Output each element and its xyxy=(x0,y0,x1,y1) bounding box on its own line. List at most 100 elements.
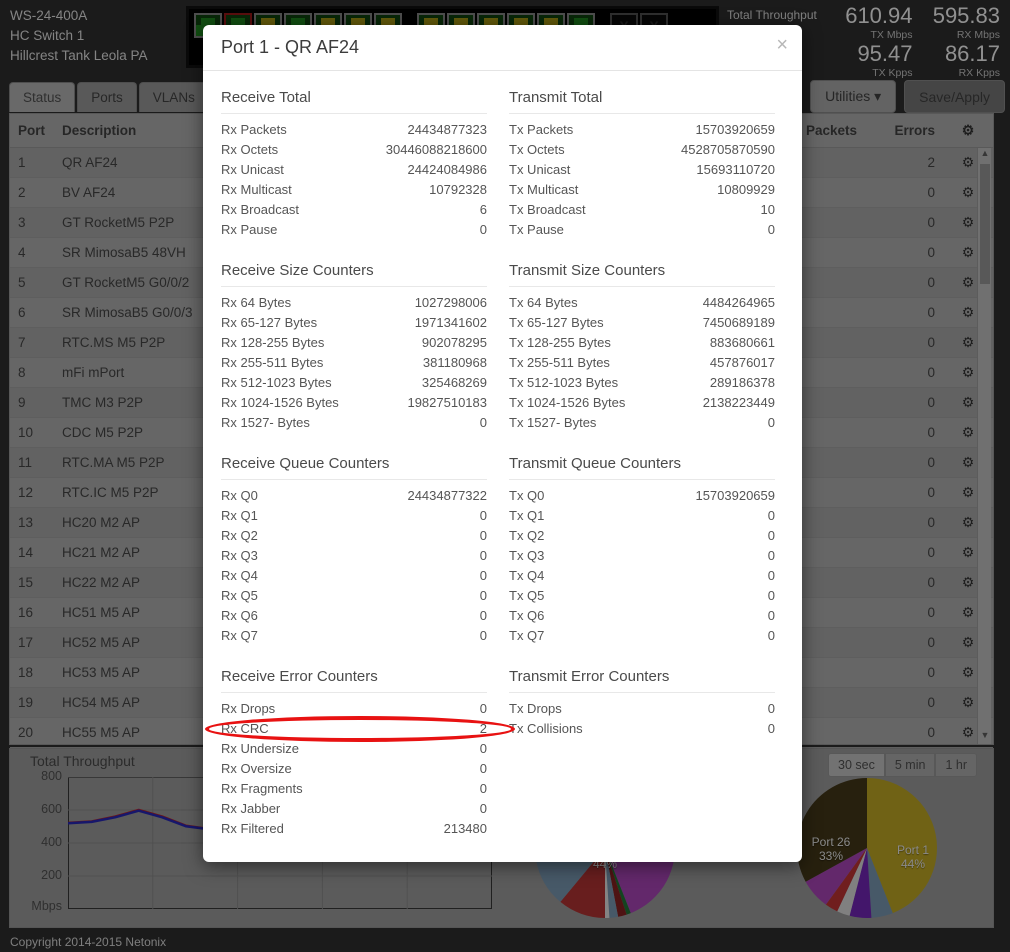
receive-queue-counters: Receive Queue CountersRx Q024434877322Rx… xyxy=(221,451,487,646)
stat-key: Tx 1024-1526 Bytes xyxy=(509,393,625,413)
stat-row: Rx 64 Bytes1027298006 xyxy=(221,293,487,313)
stat-key: Rx 512-1023 Bytes xyxy=(221,373,332,393)
stat-key: Tx Q2 xyxy=(509,526,544,546)
stat-key: Rx Unicast xyxy=(221,160,284,180)
stat-row: Tx 1024-1526 Bytes 2138223449 xyxy=(509,393,775,413)
stat-row: Rx Q024434877322 xyxy=(221,486,487,506)
stat-key: Rx 1024-1526 Bytes xyxy=(221,393,339,413)
stat-key: Rx CRC xyxy=(221,719,269,739)
stat-row: Rx 1527- Bytes0 xyxy=(221,413,487,433)
stat-value: 0 xyxy=(480,546,487,566)
stat-row: Rx Q6 0 xyxy=(221,606,487,626)
stat-row: Tx 512-1023 Bytes289186378 xyxy=(509,373,775,393)
stat-key: Rx Q2 xyxy=(221,526,258,546)
stat-value: 1971341602 xyxy=(415,313,487,333)
stat-row: Rx Multicast10792328 xyxy=(221,180,487,200)
stat-key: Tx Packets xyxy=(509,120,573,140)
receive-total: Receive Total Rx Packets24434877323Rx Oct… xyxy=(221,85,487,240)
stat-key: Tx Q7 xyxy=(509,626,544,646)
stat-row: Rx Undersize 0 xyxy=(221,739,487,759)
stat-row: Tx 1527- Bytes0 xyxy=(509,413,775,433)
stat-row: Rx Unicast24424084986 xyxy=(221,160,487,180)
stat-row: Rx Fragments0 xyxy=(221,779,487,799)
stat-key: Rx Pause xyxy=(221,220,277,240)
stat-row: Tx Q70 xyxy=(509,626,775,646)
stat-row: Rx 128-255 Bytes 902078295 xyxy=(221,333,487,353)
stat-value: 0 xyxy=(480,566,487,586)
stat-row: Rx 65-127 Bytes 1971341602 xyxy=(221,313,487,333)
stat-key: Rx Oversize xyxy=(221,759,292,779)
stat-key: Rx Octets xyxy=(221,140,278,160)
stat-row: Tx Q50 xyxy=(509,586,775,606)
stat-key: Rx Q6 xyxy=(221,606,258,626)
stat-value: 0 xyxy=(480,739,487,759)
stat-key: Rx Q7 xyxy=(221,626,258,646)
stat-key: Rx Filtered xyxy=(221,819,284,839)
stat-key: Rx Undersize xyxy=(221,739,299,759)
stat-value: 213480 xyxy=(444,819,487,839)
stat-value: 0 xyxy=(768,719,775,739)
stat-key: Tx Q1 xyxy=(509,506,544,526)
stat-key: Tx Q0 xyxy=(509,486,544,506)
port-statistics-modal: Port 1 - QR AF24 × Receive Total Rx Packe… xyxy=(203,25,802,862)
receive-error-counters-heading: Receive Error Counters xyxy=(221,664,487,693)
stat-value: 0 xyxy=(480,606,487,626)
receive-size-counters-heading: Receive Size Counters xyxy=(221,258,487,287)
modal-right-column: Transmit TotalTx Packets15703920659Tx Oc… xyxy=(509,85,775,857)
stat-value: 10 xyxy=(761,200,775,220)
modal-left-column: Receive Total Rx Packets24434877323Rx Oct… xyxy=(221,85,487,857)
stat-value: 7450689189 xyxy=(703,313,775,333)
stat-row: Tx Q40 xyxy=(509,566,775,586)
stat-key: Rx Drops xyxy=(221,699,275,719)
transmit-total-heading: Transmit Total xyxy=(509,85,775,114)
stat-row: Tx 128-255 Bytes883680661 xyxy=(509,333,775,353)
modal-title: Port 1 - QR AF24 xyxy=(221,37,359,58)
stat-row: Rx 255-511 Bytes381180968 xyxy=(221,353,487,373)
stat-key: Rx Q4 xyxy=(221,566,258,586)
transmit-queue-counters-heading: Transmit Queue Counters xyxy=(509,451,775,480)
stat-value: 2 xyxy=(480,719,487,739)
close-icon[interactable]: × xyxy=(776,33,788,57)
transmit-size-counters-heading: Transmit Size Counters xyxy=(509,258,775,287)
stat-value: 4528705870590 xyxy=(681,140,775,160)
modal-body: Receive Total Rx Packets24434877323Rx Oct… xyxy=(203,71,802,867)
stat-value: 0 xyxy=(480,759,487,779)
stat-value: 0 xyxy=(768,566,775,586)
stat-value: 381180968 xyxy=(423,353,487,373)
stat-value: 0 xyxy=(480,526,487,546)
stat-row: Tx Q20 xyxy=(509,526,775,546)
stat-key: Rx Q1 xyxy=(221,506,258,526)
stat-value: 15703920659 xyxy=(695,486,775,506)
stat-row: Rx 512-1023 Bytes325468269 xyxy=(221,373,487,393)
stat-value: 0 xyxy=(480,699,487,719)
modal-header: Port 1 - QR AF24 × xyxy=(203,25,802,71)
stat-value: 2138223449 xyxy=(703,393,775,413)
stat-row: Rx Octets30446088218600 xyxy=(221,140,487,160)
transmit-error-counters: Transmit Error CountersTx Drops0Tx Colli… xyxy=(509,664,775,739)
stat-row: Rx Pause0 xyxy=(221,220,487,240)
receive-size-counters: Receive Size Counters Rx 64 Bytes10272980… xyxy=(221,258,487,433)
stat-key: Rx 128-255 Bytes xyxy=(221,333,324,353)
stat-key: Rx Jabber xyxy=(221,799,280,819)
stat-value: 902078295 xyxy=(422,333,487,353)
stat-value: 0 xyxy=(768,586,775,606)
stat-value: 0 xyxy=(768,699,775,719)
transmit-queue-counters: Transmit Queue CountersTx Q015703920659T… xyxy=(509,451,775,646)
stat-row: Tx 64 Bytes4484264965 xyxy=(509,293,775,313)
stat-key: Rx Broadcast xyxy=(221,200,299,220)
stat-row: Rx Oversize 0 xyxy=(221,759,487,779)
stat-key: Tx Unicast xyxy=(509,160,570,180)
stat-row: Tx Q0 15703920659 xyxy=(509,486,775,506)
receive-total-heading: Receive Total xyxy=(221,85,487,114)
stat-key: Tx Collisions xyxy=(509,719,583,739)
stat-key: Rx Q3 xyxy=(221,546,258,566)
stat-row: Tx Drops0 xyxy=(509,699,775,719)
receive-queue-counters-heading: Receive Queue Counters xyxy=(221,451,487,480)
stat-key: Rx Q5 xyxy=(221,586,258,606)
stat-row: Rx Packets24434877323 xyxy=(221,120,487,140)
stat-row: Rx CRC 2 xyxy=(221,719,487,739)
stat-key: Tx Broadcast xyxy=(509,200,586,220)
stat-value: 0 xyxy=(768,413,775,433)
stat-key: Rx 65-127 Bytes xyxy=(221,313,317,333)
stat-value: 0 xyxy=(768,506,775,526)
